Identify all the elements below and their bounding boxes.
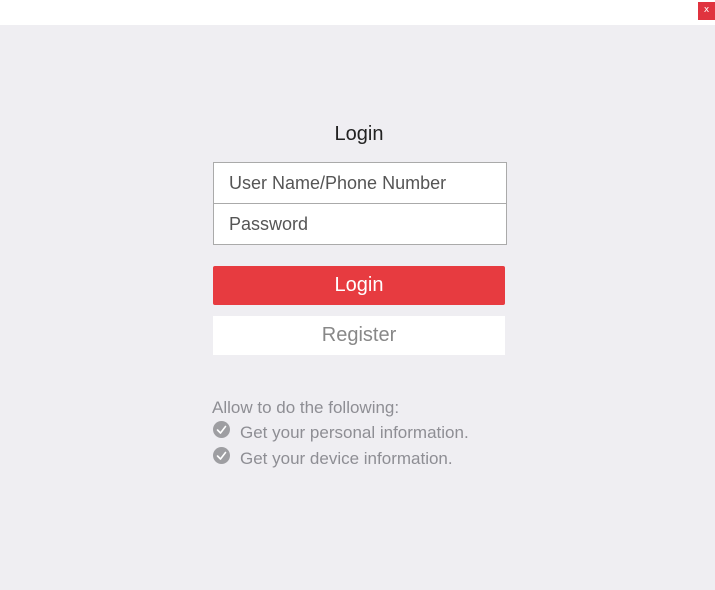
permission-text: Get your device information. <box>240 449 453 468</box>
login-panel <box>0 25 715 590</box>
title-bar: x <box>0 0 715 25</box>
password-input[interactable] <box>214 204 506 244</box>
password-field[interactable] <box>213 203 507 245</box>
permission-text: Get your personal information. <box>240 423 469 442</box>
register-button[interactable]: Register <box>213 316 505 355</box>
close-icon: x <box>703 5 710 15</box>
close-button[interactable]: x <box>698 2 715 20</box>
page-title: Login <box>334 123 384 145</box>
username-input[interactable] <box>214 163 506 203</box>
permissions-heading: Allow to do the following: <box>212 398 400 417</box>
check-circle-icon <box>213 421 230 438</box>
login-button[interactable]: Login <box>213 266 505 305</box>
check-circle-icon <box>213 447 230 464</box>
username-field[interactable] <box>213 162 507 204</box>
